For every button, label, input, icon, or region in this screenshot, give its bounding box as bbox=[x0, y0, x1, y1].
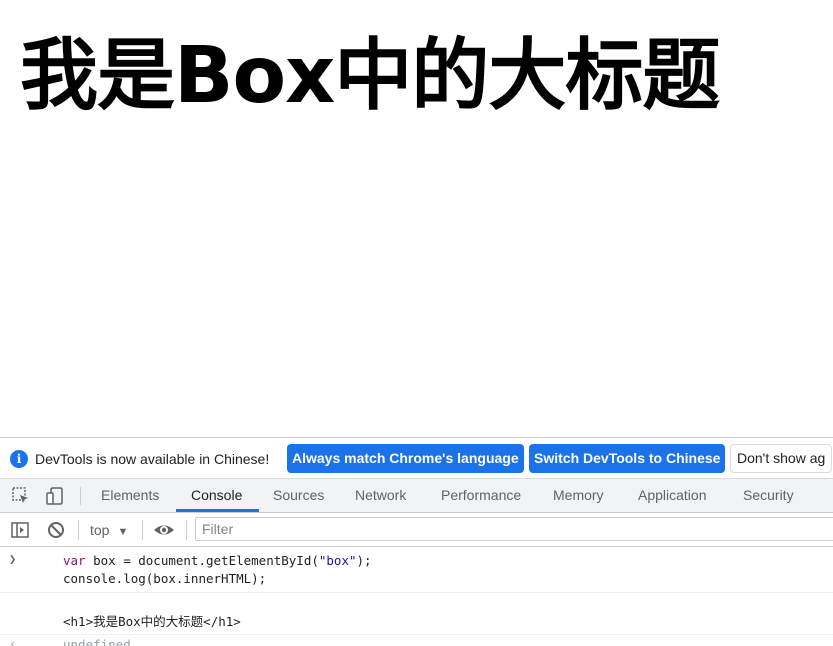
tab-sources[interactable]: Sources bbox=[273, 479, 324, 512]
tab-elements[interactable]: Elements bbox=[101, 479, 159, 512]
devtools-panel: i DevTools is now available in Chinese! … bbox=[0, 437, 833, 646]
info-icon: i bbox=[10, 450, 28, 468]
context-value: top bbox=[90, 522, 110, 538]
toolbar-divider bbox=[142, 520, 143, 540]
console-output-text: <h1>我是Box中的大标题</h1> bbox=[63, 614, 241, 629]
sidebar-toggle-icon[interactable] bbox=[10, 520, 30, 540]
context-selector[interactable]: top ▼ bbox=[90, 521, 128, 541]
console-toolbar: top ▼ bbox=[0, 513, 833, 547]
console-input-entry: ❯ var box = document.getElementById("box… bbox=[0, 547, 833, 593]
language-infobar: i DevTools is now available in Chinese! … bbox=[0, 438, 833, 479]
infobar-message: DevTools is now available in Chinese! bbox=[35, 451, 270, 467]
console-output-entry: <h1>我是Box中的大标题</h1> bbox=[0, 593, 833, 635]
tab-memory[interactable]: Memory bbox=[553, 479, 604, 512]
console-return-entry: ‹ undefined bbox=[0, 635, 833, 646]
tab-performance[interactable]: Performance bbox=[441, 479, 521, 512]
code-line: console.log(box.innerHTML); bbox=[63, 571, 267, 586]
code-line: var box = document.getElementById("box")… bbox=[63, 553, 372, 568]
tab-network[interactable]: Network bbox=[355, 479, 406, 512]
clear-console-icon[interactable] bbox=[46, 520, 66, 540]
tab-application[interactable]: Application bbox=[638, 479, 707, 512]
tab-security[interactable]: Security bbox=[743, 479, 794, 512]
filter-input[interactable] bbox=[195, 517, 833, 541]
tab-divider bbox=[80, 487, 81, 505]
toolbar-divider bbox=[78, 520, 79, 540]
device-toolbar-icon[interactable] bbox=[44, 485, 66, 507]
tab-console[interactable]: Console bbox=[191, 479, 242, 512]
console-messages: ❯ var box = document.getElementById("box… bbox=[0, 547, 833, 646]
page-viewport: 我是Box中的大标题 bbox=[0, 0, 833, 437]
chevron-right-icon[interactable]: ❯ bbox=[9, 552, 16, 566]
devtools-tabbar: Elements Console Sources Network Perform… bbox=[0, 479, 833, 513]
active-tab-indicator bbox=[176, 509, 259, 512]
eye-icon[interactable] bbox=[152, 520, 176, 540]
toolbar-divider bbox=[186, 520, 187, 540]
inspect-element-icon[interactable] bbox=[10, 485, 32, 507]
page-heading: 我是Box中的大标题 bbox=[20, 31, 720, 121]
match-language-button[interactable]: Always match Chrome's language bbox=[287, 444, 524, 473]
caret-down-icon: ▼ bbox=[117, 526, 129, 538]
switch-language-button[interactable]: Switch DevTools to Chinese bbox=[529, 444, 726, 473]
dont-show-again-button[interactable]: Don't show ag bbox=[730, 444, 833, 473]
